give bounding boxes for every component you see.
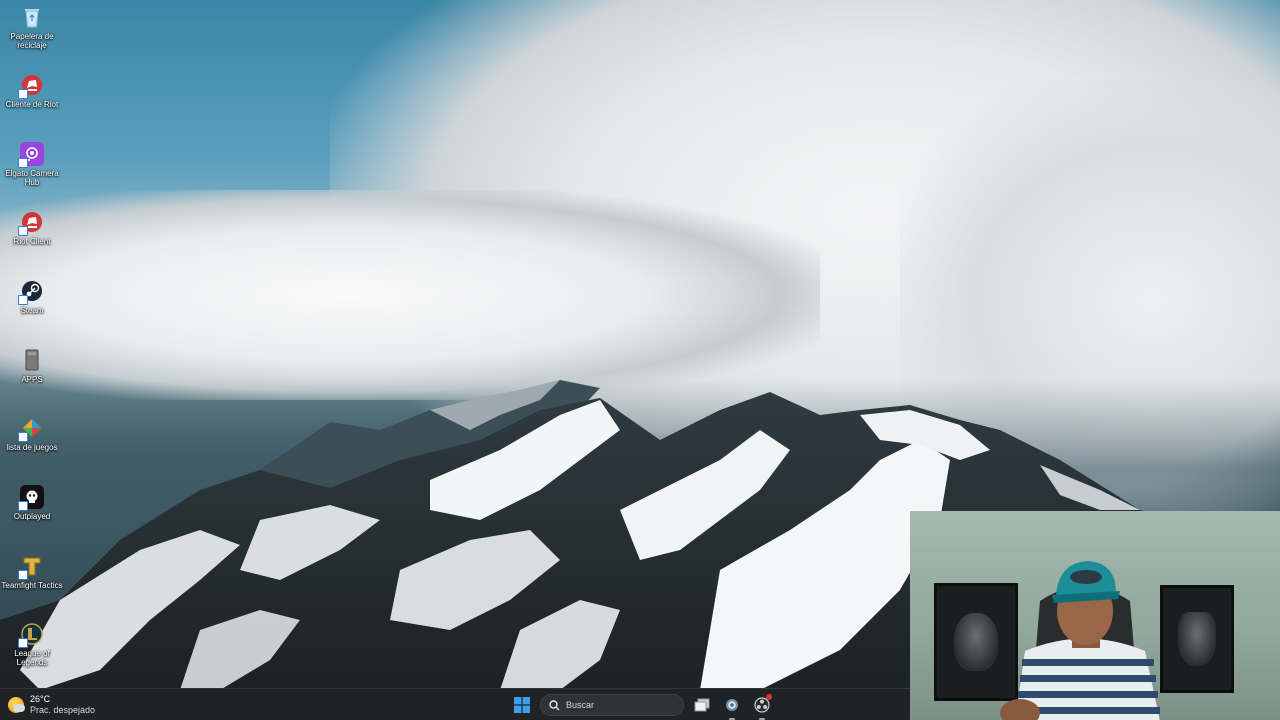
webcam-person bbox=[1000, 561, 1160, 720]
shortcut-arrow-icon bbox=[18, 226, 28, 236]
riot-client-icon bbox=[18, 73, 44, 99]
recycle-bin-icon bbox=[20, 5, 44, 29]
desktop-icon-teamfight-tactics[interactable]: Teamfight Tactics bbox=[0, 554, 64, 590]
start-button[interactable] bbox=[510, 693, 534, 717]
webcam-overlay bbox=[910, 511, 1280, 720]
windows-logo-icon bbox=[514, 697, 530, 713]
taskbar-center: Buscar bbox=[510, 693, 774, 720]
desktop-icon-label: Elgato Camera Hub bbox=[5, 169, 59, 187]
outplayed-icon bbox=[18, 485, 44, 511]
teamfight-tactics-icon bbox=[18, 554, 44, 580]
shortcut-arrow-icon bbox=[18, 158, 28, 168]
wallpaper-cloud bbox=[900, 80, 1280, 520]
desktop-icon-cliente-de-riot[interactable]: Cliente de Riot bbox=[0, 73, 64, 109]
game-list-icon bbox=[18, 416, 44, 442]
desktop-icon-steam[interactable]: Steam bbox=[0, 279, 64, 315]
shortcut-arrow-icon bbox=[18, 501, 28, 511]
desktop-icon-recycle-bin[interactable]: Papelera de reciclaje bbox=[0, 5, 64, 50]
partly-sunny-icon bbox=[8, 697, 25, 713]
taskbar-search[interactable]: Buscar bbox=[540, 694, 684, 716]
desktop-icon-label: League of Legends bbox=[14, 649, 50, 667]
desktop: Papelera de reciclaje Cliente de Riot El… bbox=[0, 0, 1280, 720]
task-view-button[interactable] bbox=[690, 693, 714, 717]
steam-icon bbox=[18, 279, 44, 305]
task-view-icon bbox=[694, 698, 710, 712]
desktop-icon-label: APPS bbox=[21, 375, 43, 384]
desktop-icon-label: Steam bbox=[20, 306, 44, 315]
weather-condition: Prac. despejado bbox=[30, 705, 96, 715]
league-of-legends-icon bbox=[18, 622, 44, 648]
search-icon bbox=[549, 699, 560, 710]
desktop-icon-lista-de-juegos[interactable]: lista de juegos bbox=[0, 416, 64, 452]
desktop-icon-elgato-camera-hub[interactable]: Elgato Camera Hub bbox=[0, 142, 64, 187]
obs-recorder-button[interactable] bbox=[750, 693, 774, 720]
shortcut-arrow-icon bbox=[18, 432, 28, 442]
weather-temperature: 26°C bbox=[30, 694, 51, 704]
shortcut-arrow-icon bbox=[18, 89, 28, 99]
riot-client-icon bbox=[18, 210, 44, 236]
settings-button[interactable] bbox=[720, 693, 744, 720]
shortcut-arrow-icon bbox=[18, 638, 28, 648]
desktop-icon-label: lista de juegos bbox=[6, 443, 58, 452]
taskbar: 26°C Prac. despejado Buscar bbox=[0, 688, 910, 720]
desktop-icon-label: Teamfight Tactics bbox=[1, 581, 63, 590]
desktop-icon-outplayed[interactable]: Outplayed bbox=[0, 485, 64, 521]
elgato-camera-hub-icon bbox=[18, 142, 44, 168]
desktop-icon-label: Papelera de reciclaje bbox=[10, 32, 54, 50]
desktop-icon-label: Riot Client bbox=[13, 237, 51, 246]
desktop-icon-league-of-legends[interactable]: League of Legends bbox=[0, 622, 64, 667]
shortcut-arrow-icon bbox=[18, 295, 28, 305]
search-placeholder: Buscar bbox=[566, 700, 595, 710]
weather-widget[interactable]: 26°C Prac. despejado bbox=[8, 692, 95, 718]
desktop-icon-label: Cliente de Riot bbox=[5, 100, 59, 109]
weather-text: 26°C Prac. despejado bbox=[30, 694, 95, 716]
folder-icon bbox=[20, 348, 44, 372]
gear-icon bbox=[726, 699, 738, 711]
wallpaper-cloud bbox=[330, 0, 1280, 520]
notification-badge bbox=[766, 694, 772, 700]
desktop-icon-riot-client[interactable]: Riot Client bbox=[0, 210, 64, 246]
wallpaper-cloud-bank bbox=[0, 190, 820, 400]
desktop-icon-label: Outplayed bbox=[13, 512, 51, 521]
desktop-icon-apps[interactable]: APPS bbox=[0, 348, 64, 384]
shortcut-arrow-icon bbox=[18, 570, 28, 580]
